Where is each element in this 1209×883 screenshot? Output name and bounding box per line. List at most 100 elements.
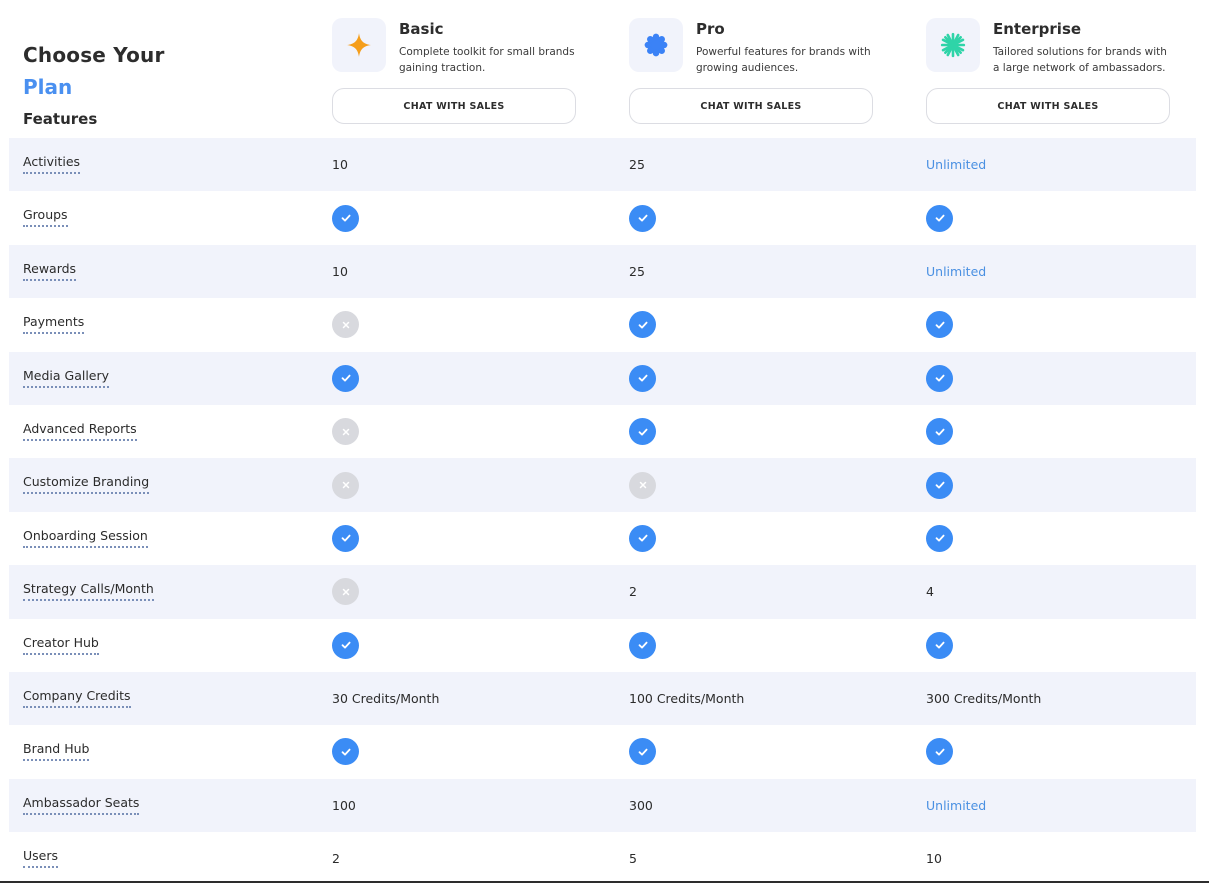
plan-description: Tailored solutions for brands with a lar… (993, 46, 1167, 74)
feature-cell (629, 298, 656, 351)
feature-cell (629, 725, 656, 778)
badge-icon (629, 18, 683, 72)
cross-icon (332, 578, 359, 606)
feature-value-text: 100 Credits/Month (629, 691, 745, 707)
check-icon (629, 738, 656, 766)
table-row: Customize Branding (9, 458, 1196, 512)
feature-cell (926, 512, 953, 565)
feature-value-text: 300 Credits/Month (926, 691, 1042, 707)
feature-cell (926, 191, 953, 244)
feature-cell (926, 352, 953, 405)
feature-value-text: 25 (629, 157, 645, 173)
table-row: Creator Hub (9, 619, 1196, 672)
plan-enterprise: Enterprise Tailored solutions for brands… (926, 18, 1171, 128)
heading-line1: Choose Your (23, 43, 165, 67)
feature-cell (629, 405, 656, 458)
check-icon (926, 311, 953, 339)
feature-value: 300 (629, 779, 653, 832)
chat-with-sales-button[interactable]: CHAT WITH SALES (926, 88, 1170, 124)
feature-label[interactable]: Rewards (23, 261, 77, 281)
plan-name: Basic (399, 20, 444, 38)
feature-cell (629, 619, 656, 672)
feature-value: 2 (629, 565, 637, 618)
check-icon (926, 364, 953, 392)
feature-value-text: 10 (332, 263, 348, 279)
feature-cell (926, 619, 953, 672)
feature-value-text: 300 (629, 797, 653, 813)
table-row: Company Credits 30 Credits/Month 100 Credi… (9, 671, 1196, 726)
feature-label[interactable]: Customize Branding (23, 475, 150, 495)
feature-label[interactable]: Groups (23, 208, 68, 228)
feature-cell (332, 565, 359, 618)
feature-value-text: Unlimited (926, 797, 987, 813)
check-icon (629, 311, 656, 339)
feature-cell (629, 352, 656, 405)
check-icon (629, 364, 656, 392)
feature-label[interactable]: Onboarding Session (23, 528, 148, 548)
table-row: Groups (9, 191, 1196, 244)
feature-cell (926, 725, 953, 778)
feature-value-text: 100 (332, 797, 356, 813)
feature-value: 30 Credits/Month (332, 672, 439, 725)
plan-pro: Pro Powerful features for brands with gr… (629, 18, 874, 128)
feature-value: 10 (926, 832, 942, 883)
feature-label[interactable]: Media Gallery (23, 368, 110, 388)
table-row: Activities 10 25 Unlimited (9, 138, 1196, 192)
check-icon (926, 631, 953, 659)
check-icon (926, 204, 953, 232)
feature-cell (332, 458, 359, 511)
feature-value: Unlimited (926, 779, 986, 832)
feature-value-text: 4 (926, 584, 934, 600)
check-icon (332, 631, 359, 659)
heading-line2: Plan (23, 75, 73, 99)
plan-name: Pro (696, 20, 725, 38)
table-row: Ambassador Seats 100 300 Unlimited (9, 778, 1196, 833)
feature-label[interactable]: Activities (23, 155, 81, 174)
table-row: Users 2 5 10 (9, 832, 1196, 883)
cross-icon (629, 471, 656, 499)
check-icon (332, 524, 359, 552)
feature-value-text: 2 (332, 851, 340, 867)
feature-label[interactable]: Ambassador Seats (23, 795, 140, 815)
plan-basic: Basic Complete toolkit for small brands … (332, 18, 577, 128)
feature-cell (332, 191, 359, 244)
plan-name: Enterprise (993, 20, 1082, 38)
feature-cell (332, 352, 359, 405)
feature-label[interactable]: Creator Hub (23, 635, 99, 655)
feature-label[interactable]: Strategy Calls/Month (23, 582, 154, 602)
table-row: Media Gallery (9, 351, 1196, 405)
feature-cell (629, 512, 656, 565)
feature-value-text: 5 (629, 851, 637, 867)
feature-value-text: 25 (629, 263, 645, 279)
chat-with-sales-button[interactable]: CHAT WITH SALES (332, 88, 576, 124)
check-icon (332, 738, 359, 766)
feature-value-text: 10 (332, 157, 348, 173)
cross-icon (332, 311, 359, 339)
table-row: Advanced Reports (9, 405, 1196, 458)
feature-cell (629, 458, 656, 511)
check-icon (629, 631, 656, 659)
feature-cell (332, 298, 359, 351)
feature-value-text: Unlimited (926, 263, 987, 279)
feature-value: 10 (332, 138, 348, 191)
check-icon (332, 204, 359, 232)
check-icon (926, 524, 953, 552)
feature-value-text: 10 (926, 851, 942, 867)
feature-cell (332, 725, 359, 778)
feature-label[interactable]: Payments (23, 315, 85, 335)
feature-value: 10 (332, 245, 348, 298)
feature-value: 5 (629, 832, 637, 883)
check-icon (926, 738, 953, 766)
feature-label[interactable]: Users (23, 849, 59, 869)
plan-description: Powerful features for brands with growin… (696, 46, 871, 74)
feature-cell (926, 405, 953, 458)
feature-cell (926, 298, 953, 351)
feature-label[interactable]: Advanced Reports (23, 421, 137, 441)
check-icon (926, 471, 953, 499)
plan-description: Complete toolkit for small brands gainin… (399, 46, 575, 74)
check-icon (629, 524, 656, 552)
chat-with-sales-button[interactable]: CHAT WITH SALES (629, 88, 873, 124)
feature-label[interactable]: Brand Hub (23, 742, 90, 762)
feature-label[interactable]: Company Credits (23, 688, 131, 708)
plan-heading: Choose Your Plan (23, 40, 165, 102)
